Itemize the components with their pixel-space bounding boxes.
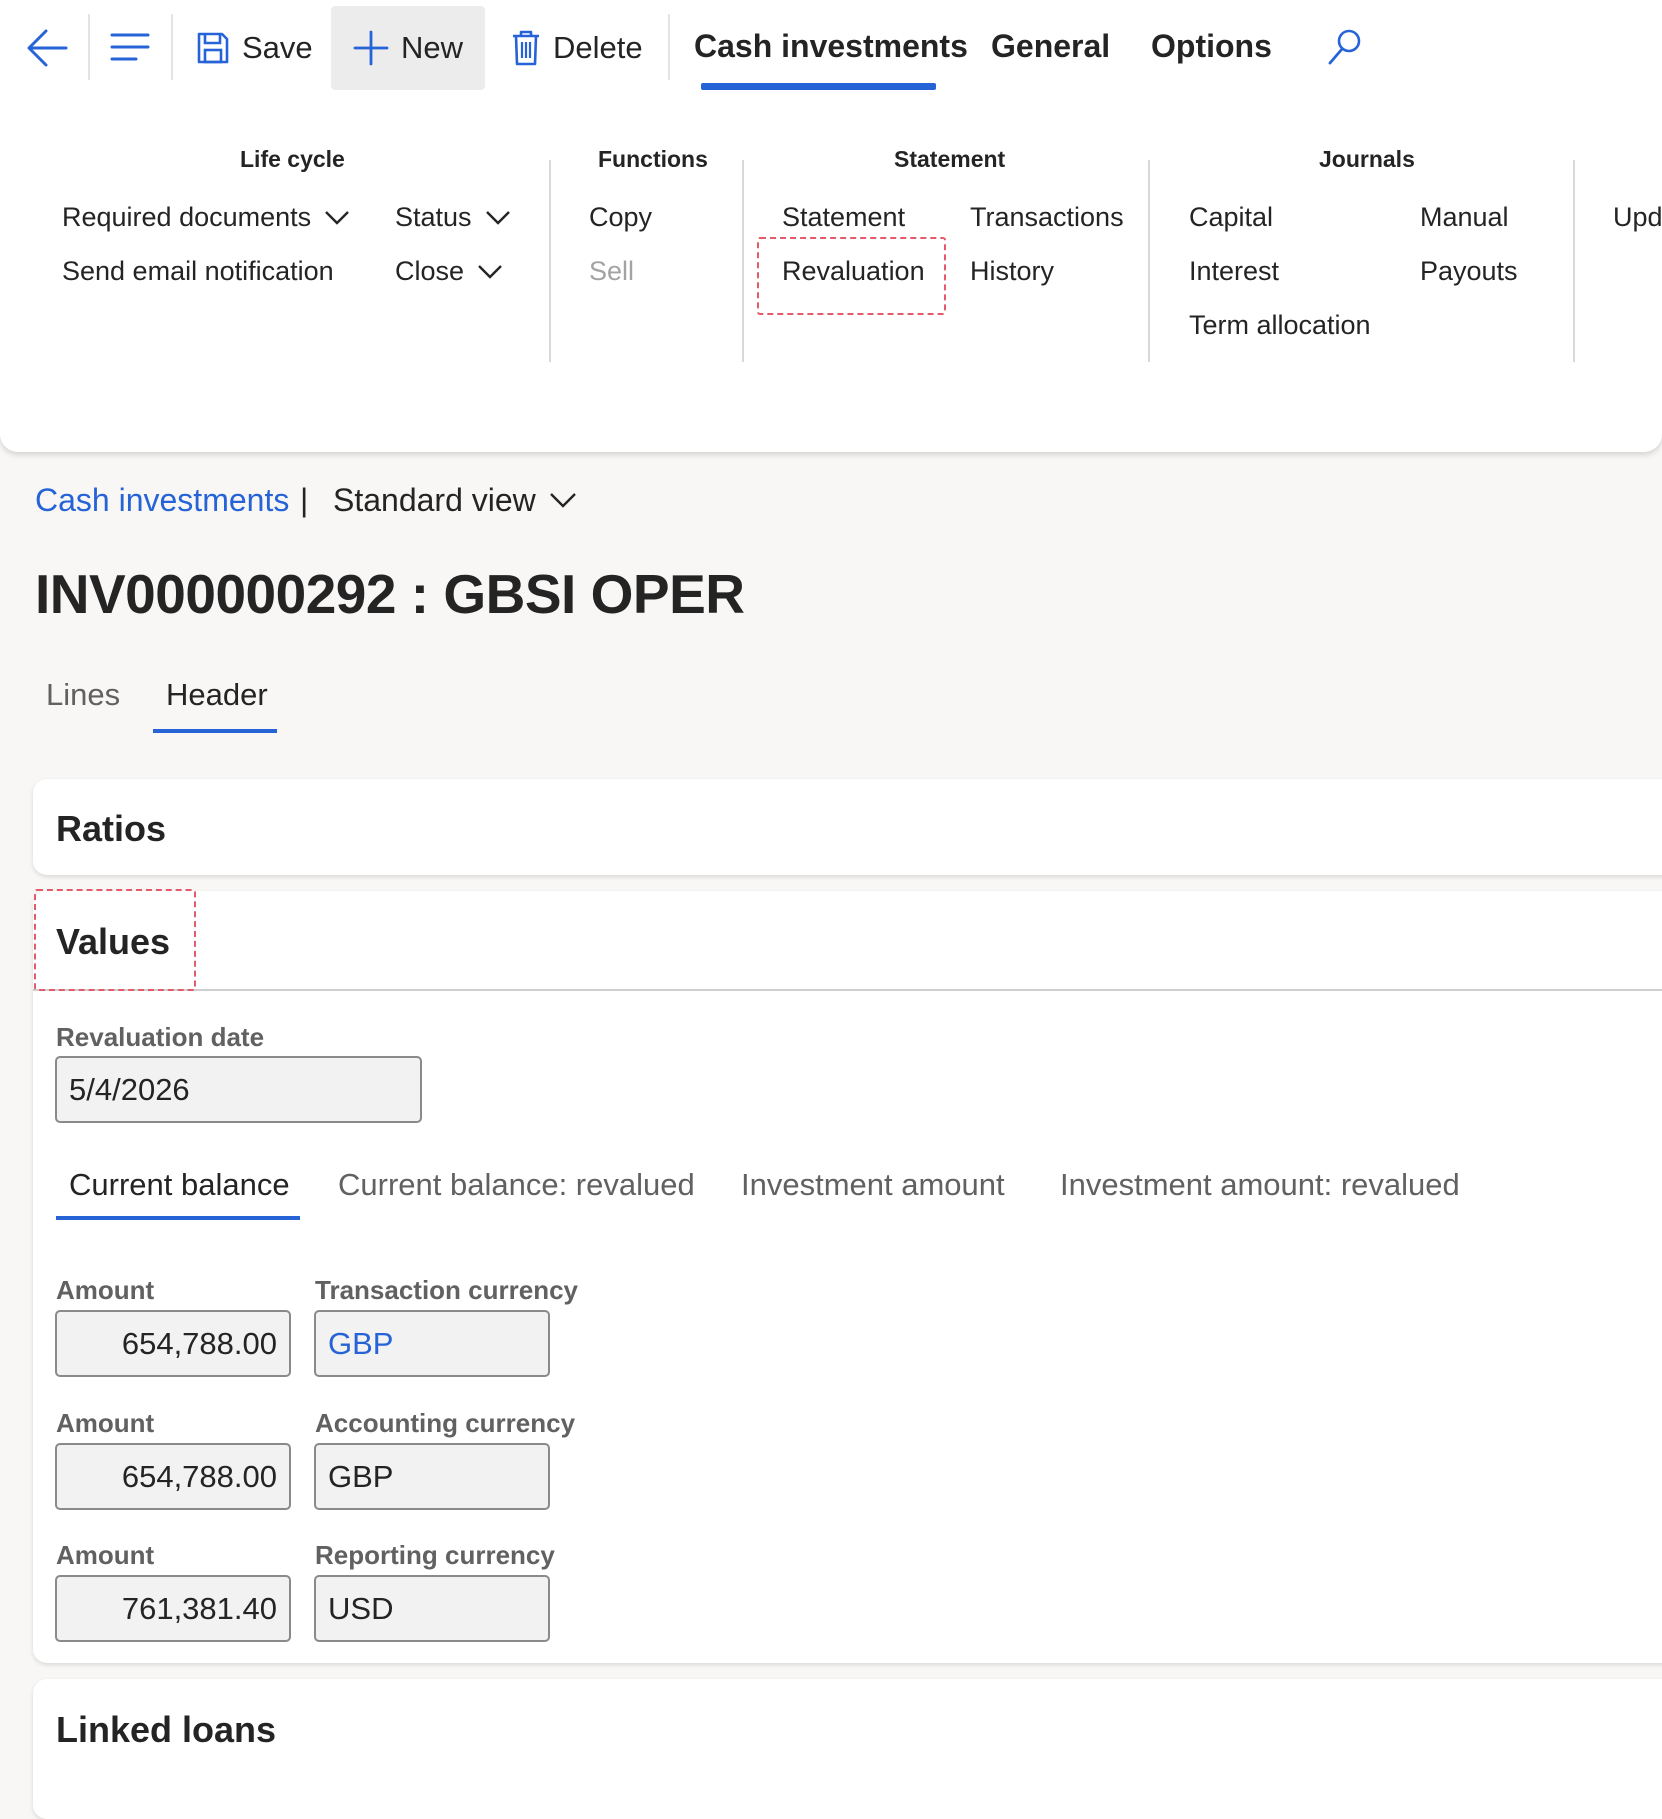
interest-menu[interactable]: Interest xyxy=(1189,256,1279,287)
tab-lines[interactable]: Lines xyxy=(46,677,120,713)
back-arrow-icon[interactable] xyxy=(26,28,68,68)
menu-label: Send email notification xyxy=(62,256,334,286)
chevron-down-icon xyxy=(485,210,510,225)
tab-header[interactable]: Header xyxy=(166,677,268,713)
view-name-label: Standard view xyxy=(333,482,536,518)
new-label: New xyxy=(401,30,464,65)
plus-icon xyxy=(353,30,389,66)
active-tab-indicator xyxy=(701,83,936,90)
group-separator xyxy=(742,160,744,362)
copy-menu[interactable]: Copy xyxy=(589,202,652,233)
ratios-section[interactable]: Ratios xyxy=(33,779,1662,875)
menu-label: Status xyxy=(395,202,472,232)
tab-options[interactable]: Options xyxy=(1151,28,1272,65)
tab-general[interactable]: General xyxy=(991,28,1110,65)
chevron-down-icon xyxy=(549,493,576,508)
subtab-current-balance[interactable]: Current balance xyxy=(69,1167,290,1203)
term-allocation-menu[interactable]: Term allocation xyxy=(1189,310,1371,341)
subtab-investment-amount[interactable]: Investment amount xyxy=(741,1167,1005,1203)
group-separator xyxy=(1573,160,1575,362)
tab-cash-investments[interactable]: Cash investments xyxy=(694,28,968,65)
subtab-indicator xyxy=(56,1216,300,1220)
page-title: INV000000292 : GBSI OPER xyxy=(35,563,745,625)
manual-menu[interactable]: Manual xyxy=(1420,202,1509,233)
menu-label: Required documents xyxy=(62,202,312,232)
transaction-amount-field[interactable]: 654,788.00 xyxy=(55,1310,291,1377)
linked-loans-section[interactable]: Linked loans xyxy=(33,1679,1662,1819)
amount-label: Amount xyxy=(56,1275,155,1305)
toolbar: Save New Delete Cash investments General… xyxy=(0,0,1662,100)
save-label: Save xyxy=(242,30,313,65)
group-title-functions: Functions xyxy=(598,146,708,172)
values-highlight-box xyxy=(34,889,196,991)
chevron-down-icon xyxy=(478,264,502,279)
transaction-currency-field[interactable]: GBP xyxy=(314,1310,550,1377)
capital-menu[interactable]: Capital xyxy=(1189,202,1273,233)
update-menu-partial[interactable]: Upd xyxy=(1613,202,1662,233)
page-tab-indicator xyxy=(153,729,277,733)
reporting-currency-field[interactable]: USD xyxy=(314,1575,550,1642)
view-selector[interactable]: Standard view xyxy=(333,482,576,519)
search-icon[interactable] xyxy=(1327,28,1363,66)
accounting-currency-label: Accounting currency xyxy=(315,1408,576,1438)
group-title-statement: Statement xyxy=(894,146,1006,172)
breadcrumb-separator: | xyxy=(300,482,309,518)
chevron-down-icon xyxy=(325,210,350,225)
group-separator xyxy=(549,160,551,362)
menu-label: Close xyxy=(395,256,465,286)
values-section: Values xyxy=(33,891,1662,1663)
reporting-currency-label: Reporting currency xyxy=(315,1540,555,1570)
trash-icon xyxy=(511,30,541,66)
menu-lines-icon[interactable] xyxy=(110,32,150,62)
action-pane: Save New Delete Cash investments General… xyxy=(0,0,1662,452)
status-menu[interactable]: Status xyxy=(395,202,510,233)
group-title-journals: Journals xyxy=(1319,146,1415,172)
reporting-amount-field[interactable]: 761,381.40 xyxy=(55,1575,291,1642)
toolbar-separator xyxy=(668,14,670,80)
transaction-currency-label: Transaction currency xyxy=(315,1275,578,1305)
breadcrumb-link[interactable]: Cash investments xyxy=(35,482,289,519)
delete-label: Delete xyxy=(553,30,643,65)
revaluation-date-label: Revaluation date xyxy=(56,1022,265,1052)
sell-menu: Sell xyxy=(589,256,635,286)
payouts-menu[interactable]: Payouts xyxy=(1420,256,1518,287)
delete-button[interactable]: Delete xyxy=(511,6,643,90)
required-documents-menu[interactable]: Required documents xyxy=(62,202,350,233)
close-menu[interactable]: Close xyxy=(395,256,502,287)
group-separator xyxy=(1148,160,1150,362)
amount-label: Amount xyxy=(56,1540,155,1570)
ratios-section-title: Ratios xyxy=(56,808,167,849)
group-title-life-cycle: Life cycle xyxy=(240,146,345,172)
save-button[interactable]: Save xyxy=(196,6,313,90)
accounting-currency-field[interactable]: GBP xyxy=(314,1443,550,1510)
transactions-menu[interactable]: Transactions xyxy=(970,202,1124,233)
revaluation-date-field[interactable]: 5/4/2026 xyxy=(55,1056,422,1123)
toolbar-separator xyxy=(171,14,173,80)
linked-loans-section-title: Linked loans xyxy=(56,1709,277,1750)
amount-label: Amount xyxy=(56,1408,155,1438)
subtab-investment-amount-revalued[interactable]: Investment amount: revalued xyxy=(1060,1167,1460,1203)
history-menu[interactable]: History xyxy=(970,256,1054,287)
save-icon xyxy=(196,31,230,65)
accounting-amount-field[interactable]: 654,788.00 xyxy=(55,1443,291,1510)
send-email-notification-menu[interactable]: Send email notification xyxy=(62,256,334,287)
section-divider xyxy=(33,989,1662,991)
toolbar-separator xyxy=(88,14,90,80)
new-button[interactable]: New xyxy=(331,6,486,90)
revaluation-highlight-box xyxy=(757,237,946,315)
statement-menu[interactable]: Statement xyxy=(782,202,905,233)
subtab-current-balance-revalued[interactable]: Current balance: revalued xyxy=(338,1167,695,1203)
